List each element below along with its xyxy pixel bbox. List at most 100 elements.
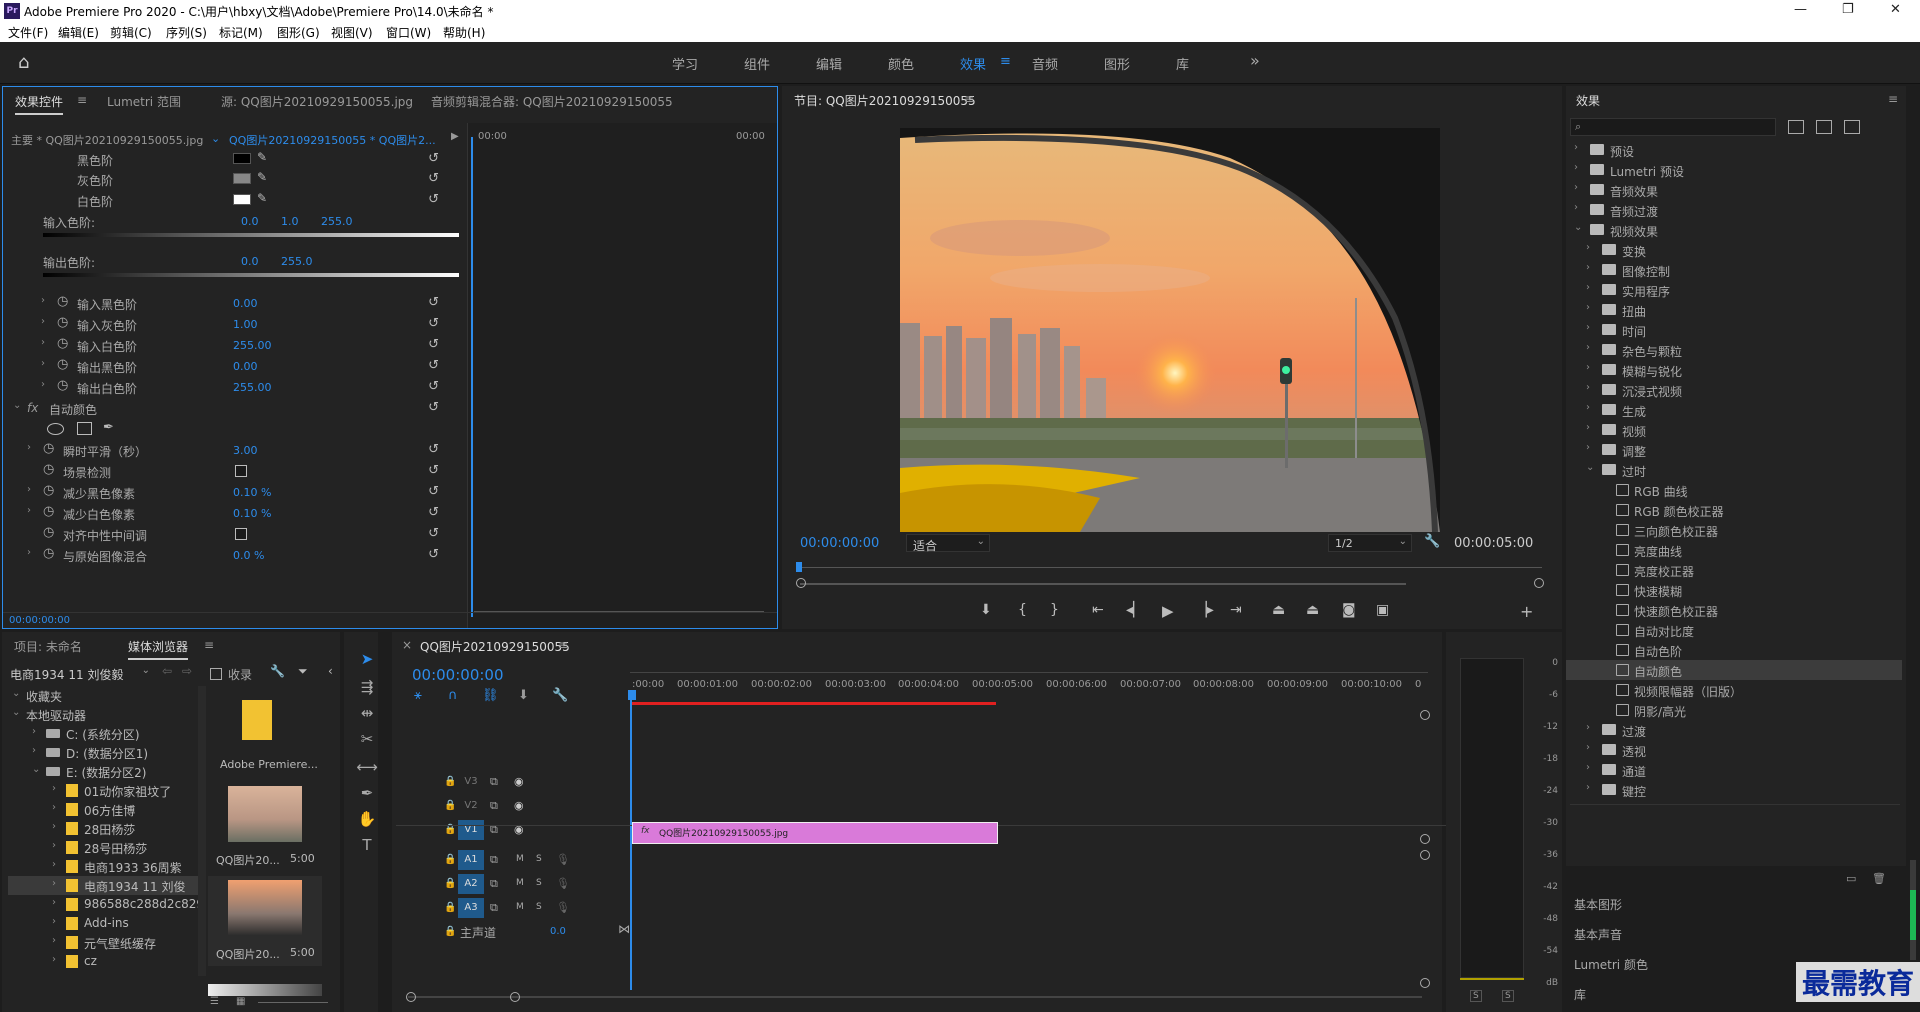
chevron-right-icon[interactable]: › — [1586, 362, 1590, 373]
fx-icon[interactable]: fx — [27, 401, 38, 415]
snap-icon[interactable]: ∩ — [448, 688, 458, 703]
sync-lock-icon[interactable]: ⧉ — [490, 877, 498, 891]
thumb-folder[interactable]: Adobe Premiere... — [208, 688, 322, 776]
effects-tree-item[interactable]: › 音频过渡 — [1566, 200, 1902, 220]
media-tree-item[interactable]: › 986588c288d2c829 — [8, 895, 198, 914]
chevron-right-icon[interactable]: › — [27, 547, 31, 558]
snap-neutral-checkbox[interactable] — [235, 528, 247, 540]
eye-icon[interactable]: ◉ — [514, 775, 524, 788]
effects-tree-item[interactable]: › 音频效果 — [1566, 180, 1902, 200]
pen-tool-icon[interactable]: ✒ — [355, 784, 379, 802]
solo-button[interactable]: S — [536, 854, 542, 864]
play-only-icon[interactable]: ▶ — [451, 131, 459, 142]
add-marker-icon[interactable]: ⬇ — [980, 602, 992, 618]
effects-panel-title[interactable]: 效果 — [1576, 92, 1600, 109]
media-tree-item[interactable]: › Add-ins — [8, 914, 198, 933]
chevron-right-icon[interactable]: › — [1586, 322, 1590, 333]
chevron-icon[interactable]: › — [32, 726, 36, 737]
reset-icon[interactable]: ↺ — [428, 379, 439, 394]
work-area-bar[interactable] — [632, 702, 996, 705]
solo-button[interactable]: S — [536, 902, 542, 912]
effects-tree-item[interactable]: ⌄ 过时 — [1566, 460, 1902, 480]
track-target-v3[interactable]: V3 — [458, 772, 484, 792]
pen-mask-icon[interactable]: ✒ — [103, 420, 114, 435]
essential-sound-panel[interactable]: 基本声音 — [1574, 926, 1622, 943]
tab-audio-clip-mixer[interactable]: 音频剪辑混合器: QQ图片20210929150055 — [431, 93, 673, 110]
effects-tree-item[interactable]: 自动颜色 — [1566, 660, 1902, 680]
reset-icon[interactable]: ↺ — [428, 151, 439, 166]
more-workspaces-icon[interactable]: » — [1250, 51, 1260, 70]
chevron-right-icon[interactable]: › — [1586, 402, 1590, 413]
lift-icon[interactable]: ⏏ — [1272, 602, 1285, 618]
effect-controls-timecode[interactable]: 00:00:00:00 — [9, 615, 70, 626]
resolution-dropdown[interactable]: 1/2 ⌄ — [1328, 534, 1412, 552]
track-zoom-handle[interactable] — [1420, 978, 1430, 988]
chevron-icon[interactable]: ⌄ — [32, 764, 40, 775]
location-dropdown[interactable]: 电商1934 11 刘俊毅 ⌄ — [8, 664, 150, 682]
thumb-clip-selected[interactable]: QQ图片20... 5:00 — [208, 876, 322, 966]
mark-in-icon[interactable]: { — [1018, 602, 1027, 618]
tab-lumetri-scopes[interactable]: Lumetri 范围 — [107, 93, 181, 110]
scene-detect-checkbox[interactable] — [235, 465, 247, 477]
panel-menu-icon[interactable]: ≡ — [1888, 92, 1898, 106]
chevron-right-icon[interactable]: › — [1586, 422, 1590, 433]
thumb-clip[interactable]: QQ图片20... 5:00 — [208, 782, 322, 872]
track-target-a2[interactable]: A2 — [458, 874, 484, 894]
zoom-fit-dropdown[interactable]: 适合 ⌄ — [906, 534, 990, 553]
workspace-graphics[interactable]: 图形 — [1104, 54, 1130, 73]
playhead-handle[interactable] — [628, 690, 636, 700]
workspace-assembly[interactable]: 组件 — [744, 54, 770, 73]
wrench-icon[interactable]: 🔧 — [270, 664, 285, 678]
menu-clip[interactable]: 剪辑(C) — [110, 24, 152, 41]
media-tree-item[interactable]: › 元气壁纸缓存 — [8, 933, 198, 952]
media-tree-item[interactable]: › 01动你家祖坟了 — [8, 781, 198, 800]
rectangle-mask-icon[interactable] — [77, 422, 92, 435]
type-tool-icon[interactable]: T — [355, 836, 379, 854]
timeline-timecode[interactable]: 00:00:00:00 — [412, 666, 504, 684]
chevron-down-icon[interactable]: ⌄ — [1586, 462, 1594, 473]
effects-tree-item[interactable]: 阴影/高光 — [1566, 700, 1902, 720]
close-sequence-icon[interactable]: × — [402, 638, 412, 652]
track-select-icon[interactable]: ⇶ — [355, 678, 379, 696]
menu-edit[interactable]: 编辑(E) — [58, 24, 99, 41]
stopwatch-icon[interactable]: ◷ — [57, 378, 68, 393]
white-swatch[interactable] — [233, 194, 251, 205]
add-button-icon[interactable]: + — [1520, 602, 1533, 621]
tab-menu-icon[interactable]: ≡ — [77, 93, 87, 107]
workspace-menu-icon[interactable]: ≡ — [1000, 54, 1011, 69]
workspace-libraries[interactable]: 库 — [1176, 54, 1189, 73]
microphone-icon[interactable]: 🎙 — [556, 877, 570, 890]
tab-media-browser[interactable]: 媒体浏览器 — [128, 638, 189, 660]
reset-icon[interactable]: ↺ — [428, 526, 439, 541]
mark-out-icon[interactable]: } — [1050, 602, 1059, 618]
stopwatch-icon[interactable]: ◷ — [43, 462, 54, 477]
program-video-frame[interactable] — [900, 128, 1440, 532]
home-icon[interactable]: ⌂ — [18, 52, 29, 73]
workspace-color[interactable]: 颜色 — [888, 54, 914, 73]
effects-tree-item[interactable]: › 时间 — [1566, 320, 1902, 340]
go-to-out-icon[interactable]: ⇥ — [1230, 602, 1242, 618]
hand-tool-icon[interactable]: ✋ — [355, 810, 379, 828]
ellipse-mask-icon[interactable] — [47, 423, 64, 435]
tab-project[interactable]: 项目: 未命名 — [14, 638, 82, 655]
tab-menu-icon[interactable]: ≡ — [204, 638, 214, 652]
scroll-handle-right[interactable] — [510, 992, 520, 1002]
monitor-playhead[interactable] — [796, 562, 802, 572]
chevron-right-icon[interactable]: › — [1574, 162, 1578, 173]
chevron-icon[interactable]: › — [52, 878, 56, 889]
mute-button[interactable]: M — [516, 902, 524, 912]
lock-icon[interactable]: 🔒 — [444, 878, 456, 889]
chevron-icon[interactable]: › — [52, 840, 56, 851]
input-levels-slider[interactable] — [43, 233, 459, 237]
reset-icon[interactable]: ↺ — [428, 547, 439, 562]
eye-icon[interactable]: ◉ — [514, 799, 524, 812]
sync-lock-icon[interactable]: ⧉ — [490, 901, 498, 915]
track-target-v1[interactable]: V1 — [458, 820, 484, 840]
tab-menu-icon[interactable]: ≡ — [964, 92, 974, 106]
chevron-icon[interactable]: › — [52, 783, 56, 794]
effects-tree-item[interactable]: 快速模糊 — [1566, 580, 1902, 600]
chevron-right-icon[interactable]: › — [41, 316, 45, 327]
solo-right-button[interactable]: S — [1502, 990, 1514, 1002]
ripple-edit-icon[interactable]: ⇹ — [355, 704, 379, 722]
media-tree-item[interactable]: › 06方佳博 — [8, 800, 198, 819]
